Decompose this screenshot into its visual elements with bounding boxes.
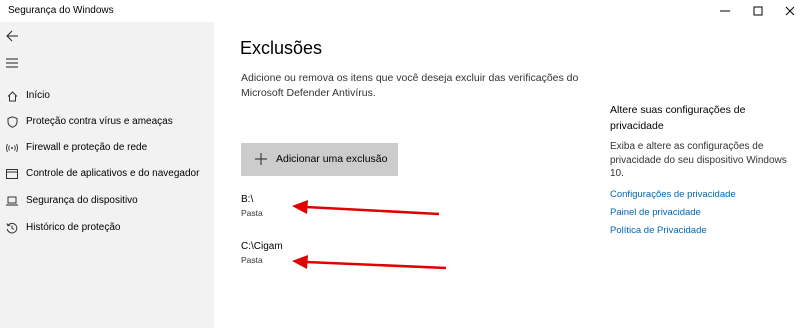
- privacy-panel-title: Altere suas configurações de privacidade: [610, 104, 746, 132]
- app-window-icon: [6, 168, 18, 180]
- privacy-panel-description: Exiba e altere as configurações de priva…: [610, 141, 787, 179]
- window-title: Segurança do Windows: [8, 5, 114, 16]
- exclusion-type: Pasta: [241, 208, 263, 218]
- wireless-icon: [6, 142, 18, 154]
- privacy-policy-link[interactable]: Política de Privacidade: [610, 222, 790, 240]
- add-exclusion-label: Adicionar uma exclusão: [276, 153, 388, 165]
- sidebar-item-label: Firewall e proteção de rede: [26, 142, 148, 153]
- sidebar-item-label: Histórico de proteção: [26, 222, 121, 233]
- page-description: Adicione ou remova os itens que você des…: [241, 72, 579, 99]
- sidebar-item-label: Proteção contra vírus e ameaças: [26, 116, 173, 127]
- plus-icon: [255, 153, 267, 165]
- sidebar-item-firewall[interactable]: Firewall e proteção de rede: [0, 137, 214, 159]
- back-arrow-icon[interactable]: [5, 29, 19, 43]
- exclusion-type: Pasta: [241, 255, 263, 265]
- sidebar-item-label: Segurança do dispositivo: [26, 195, 138, 206]
- maximize-icon: [753, 6, 763, 16]
- sidebar-item-virus-protection[interactable]: Proteção contra vírus e ameaças: [0, 111, 214, 133]
- privacy-dashboard-link[interactable]: Painel de privacidade: [610, 204, 790, 222]
- home-icon: [6, 90, 18, 102]
- laptop-icon: [6, 195, 18, 207]
- exclusion-item[interactable]: C:\Cigam Pasta: [238, 241, 438, 277]
- add-exclusion-button[interactable]: Adicionar uma exclusão: [241, 143, 398, 176]
- hamburger-icon[interactable]: [6, 58, 18, 68]
- sidebar-item-label: Início: [26, 90, 50, 101]
- exclusion-path: B:\: [241, 194, 254, 205]
- sidebar: Início Proteção contra vírus e ameaças F…: [0, 22, 214, 328]
- history-icon: [6, 222, 18, 234]
- privacy-panel: Altere suas configurações de privacidade…: [610, 102, 790, 240]
- privacy-settings-link[interactable]: Configurações de privacidade: [610, 186, 790, 204]
- sidebar-item-protection-history[interactable]: Histórico de proteção: [0, 217, 214, 239]
- exclusion-path: C:\Cigam: [241, 241, 283, 252]
- maximize-button[interactable]: [743, 0, 773, 22]
- sidebar-item-inicio[interactable]: Início: [0, 85, 214, 107]
- sidebar-item-app-browser-control[interactable]: Controle de aplicativos e do navegador: [0, 163, 214, 185]
- close-icon: [785, 6, 795, 16]
- sidebar-item-device-security[interactable]: Segurança do dispositivo: [0, 190, 214, 212]
- minimize-button[interactable]: [710, 0, 740, 22]
- title-bar: Segurança do Windows: [0, 0, 800, 22]
- sidebar-item-label: Controle de aplicativos e do navegador: [26, 168, 200, 179]
- exclusion-item[interactable]: B:\ Pasta: [238, 194, 438, 230]
- page-title: Exclusões: [240, 38, 323, 58]
- shield-icon: [6, 116, 18, 128]
- minimize-icon: [720, 10, 730, 12]
- close-button[interactable]: [775, 0, 800, 22]
